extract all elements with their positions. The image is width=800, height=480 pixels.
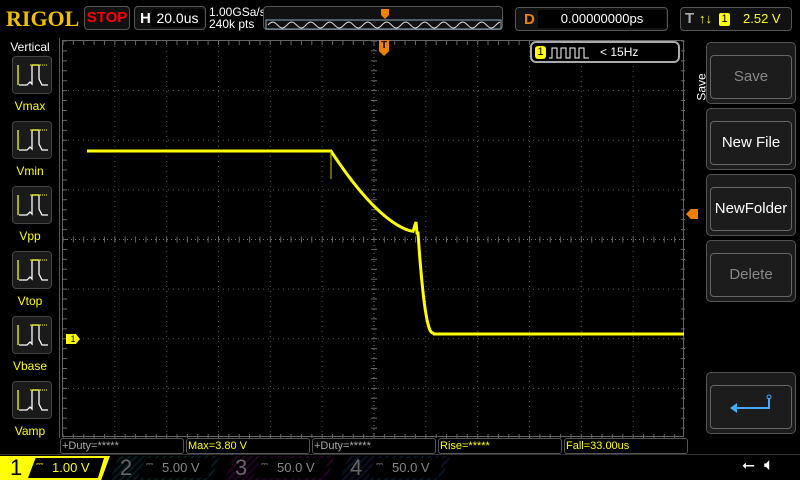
usb-icon: ⭠ [742,457,755,474]
measurement-item[interactable]: Max=3.80 V [186,438,310,454]
channel-number: 4 [350,455,363,480]
delete-button[interactable]: Delete [706,240,796,302]
menu-title: Vertical [10,40,50,54]
channel-number: 1 [10,455,23,480]
channel-4-button[interactable]: 4 ⎓ 50.0 V [340,456,450,480]
measure-vbase-button[interactable] [12,316,52,354]
graticule-ticks [62,40,685,438]
d-label: D [524,11,535,28]
back-button[interactable] [706,372,796,434]
channel-scale: 1.00 V [52,460,90,475]
memory-overview[interactable] [263,6,503,30]
timebase-box[interactable]: H 20.0us [134,6,206,30]
dc-coupling-icon: ⎓ [376,459,384,469]
trigger-box[interactable]: T ↑↓ 1 2.52 V [680,7,792,31]
channel-number: 2 [120,455,133,480]
acquisition-info: 1.00GSa/s 240k pts [209,6,266,30]
measure-vtop-button[interactable] [12,251,52,289]
channel-3-button[interactable]: 3 ⎓ 50.0 V [225,456,335,480]
save-menu: Save Save New File NewFolder Delete [690,40,800,438]
dc-coupling-icon: ⎓ [36,459,44,469]
channel-2-button[interactable]: 2 ⎓ 5.00 V [110,456,220,480]
button-label: NewFolder [710,187,792,231]
measure-label: Vmin [16,164,44,178]
channel-scale-box: ⎓ 1.00 V [28,458,104,478]
dc-coupling-icon: ⎓ [261,459,269,469]
counter-channel: 1 [535,46,546,59]
channel-number: 3 [235,455,248,480]
measure-label: Vamp [14,424,46,438]
measure-label: Vpp [19,229,41,243]
channel-scale: 50.0 V [277,460,315,475]
measure-label: Vmax [14,99,46,113]
h-label: H [140,10,151,27]
delay-box[interactable]: D 0.00000000ps [515,7,668,31]
pulse-icon [17,64,48,86]
measurement-item[interactable]: Fall=33.00us [564,438,688,454]
channel-scale-box: ⎓ 50.0 V [253,458,329,478]
measurement-item[interactable]: Rise=***** [438,438,562,454]
pulse-icon [17,324,48,346]
button-label: Save [710,55,792,99]
newfolder-button[interactable]: NewFolder [706,174,796,236]
measurement-item[interactable]: +Duty=***** [60,438,184,454]
timebase-value: 20.0us [151,9,204,27]
trigger-source: 1 [719,13,730,26]
counter-value: < 15Hz [600,45,639,59]
channel-scale: 50.0 V [392,460,430,475]
run-stop-status[interactable]: STOP [84,6,130,30]
measurement-item[interactable]: +Duty=***** [312,438,436,454]
measure-label: Vtop [17,294,43,308]
save-button[interactable]: Save [706,42,796,104]
vertical-measure-menu: Vertical Vmax Vmin Vpp Vtop Vbase Vamp [0,38,60,438]
rise-fall-icon: ↑↓ [699,11,712,26]
measure-vamp-button[interactable] [12,381,52,419]
t-label: T [685,10,695,27]
memory-waveform-icon [265,9,502,30]
channel-scale-box: ⎓ 50.0 V [368,458,444,478]
waveform-display[interactable] [62,40,685,438]
graticule [62,40,685,438]
channel-1-button[interactable]: 1 ⎓ 1.00 V [0,456,110,480]
dc-coupling-icon: ⎓ [146,459,154,469]
delay-value: 0.00000000ps [538,10,666,28]
pulse-icon [17,129,48,151]
measure-vpp-button[interactable] [12,186,52,224]
measure-label: Vbase [12,359,48,373]
rigol-logo: RIGOL [6,6,80,31]
pulse-icon [17,194,48,216]
channel-scale: 5.00 V [162,460,200,475]
speaker-muted-icon[interactable]: 🔈︎ [764,455,774,475]
measure-vmin-button[interactable] [12,121,52,159]
frequency-counter: 1 < 15Hz [530,41,680,63]
memory-depth: 240k pts [209,17,255,31]
measure-vmax-button[interactable] [12,56,52,94]
new-file-button[interactable]: New File [706,108,796,170]
pulse-icon [17,389,48,411]
return-arrow-icon [710,385,792,429]
channel-scale-box: ⎓ 5.00 V [138,458,214,478]
trigger-level: 2.52 V [743,11,781,26]
pulse-icon [17,259,48,281]
button-label: Delete [710,253,792,297]
square-wave-icon [549,47,589,59]
button-label: New File [710,121,792,165]
